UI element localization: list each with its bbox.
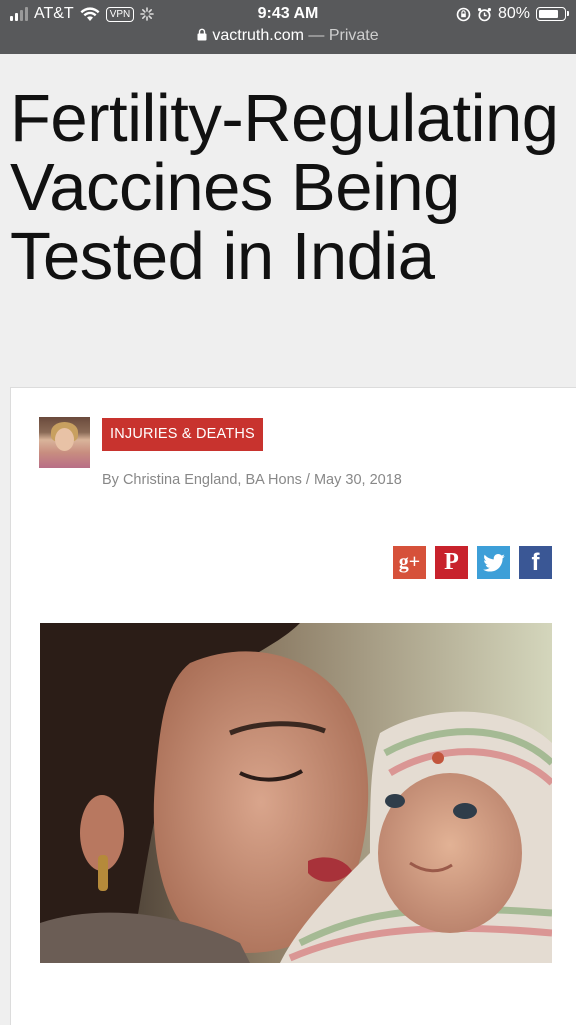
alarm-icon — [477, 7, 491, 21]
twitter-bird-icon — [482, 554, 505, 572]
facebook-share-button[interactable]: f — [519, 546, 552, 579]
article-hero-image — [40, 623, 552, 963]
url-separator: — — [303, 27, 329, 44]
pinterest-icon: P — [444, 549, 459, 575]
battery-icon — [536, 7, 569, 21]
private-mode-label: Private — [328, 27, 379, 44]
avatar[interactable] — [39, 417, 90, 468]
google-plus-share-button[interactable]: g+ — [393, 546, 426, 579]
category-tag[interactable]: INJURIES & DEATHS — [102, 418, 263, 451]
url-domain: vactruth.com — [212, 27, 304, 44]
google-plus-icon: g+ — [398, 551, 421, 573]
address-bar[interactable]: vactruth.com — Private — [0, 27, 576, 45]
battery-percent: 80% — [497, 5, 530, 22]
byline: By Christina England, BA Hons / May 30, … — [102, 472, 402, 488]
mother-kissing-baby-photo — [40, 623, 552, 963]
lock-icon — [197, 28, 207, 41]
status-right: 80% — [456, 5, 569, 23]
article-card: INJURIES & DEATHS By Christina England, … — [10, 387, 576, 1025]
browser-top-bar: AT&T VPN 9:43 AM 80% vactruth.com — Priv… — [0, 0, 576, 54]
rotation-lock-icon — [456, 7, 471, 21]
facebook-icon: f — [531, 549, 540, 576]
status-bar: AT&T VPN 9:43 AM 80% — [0, 0, 576, 28]
article-title: Fertility-Regulating Vaccines Being Test… — [10, 81, 559, 294]
twitter-share-button[interactable] — [477, 546, 510, 579]
pinterest-share-button[interactable]: P — [435, 546, 468, 579]
